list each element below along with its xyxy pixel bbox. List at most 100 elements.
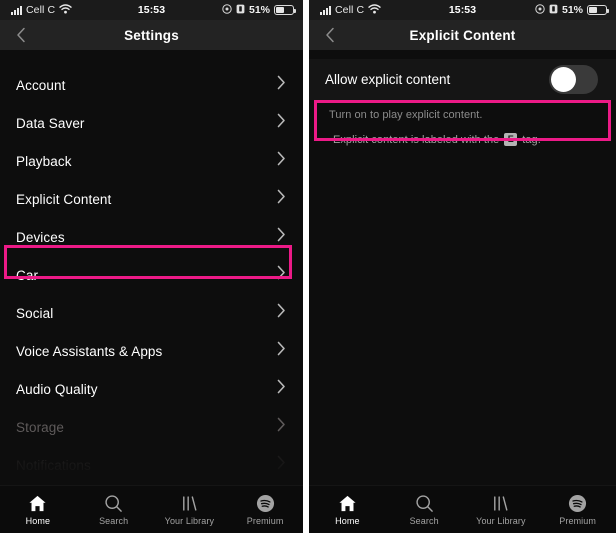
chevron-right-icon xyxy=(277,265,286,285)
back-button[interactable] xyxy=(321,26,339,44)
settings-row-label: Devices xyxy=(16,229,65,245)
home-icon xyxy=(28,494,47,513)
wifi-icon xyxy=(368,1,381,19)
signal-bars-icon xyxy=(11,5,22,15)
allow-explicit-content-row[interactable]: Allow explicit content xyxy=(309,59,616,100)
settings-row-label: Playback xyxy=(16,153,72,169)
tab-label: Premium xyxy=(559,515,596,526)
settings-row-notifications[interactable]: Notifications xyxy=(0,446,303,484)
carrier-label: Cell C xyxy=(335,4,365,16)
tab-premium[interactable]: Premium xyxy=(227,494,303,526)
help-text-secondary-before: Explicit content is labeled with the xyxy=(333,133,500,146)
tab-premium[interactable]: Premium xyxy=(539,494,616,526)
status-bar-left: Cell C xyxy=(11,1,72,19)
location-icon xyxy=(535,1,545,19)
settings-row-label: Storage xyxy=(16,419,64,435)
signal-bars-icon xyxy=(320,5,331,15)
chevron-right-icon xyxy=(277,113,286,133)
explicit-content-content: Allow explicit content Turn on to play e… xyxy=(309,50,616,485)
settings-content: Account Data Saver Playback Explicit Conten… xyxy=(0,50,303,485)
tab-search[interactable]: Search xyxy=(76,494,152,526)
tab-label: Your Library xyxy=(164,515,215,526)
settings-row-label: Account xyxy=(16,77,66,93)
status-bar-right: 51% xyxy=(535,1,609,19)
settings-row-storage[interactable]: Storage xyxy=(0,408,303,446)
settings-row-audio-quality[interactable]: Audio Quality xyxy=(0,370,303,408)
help-text-primary: Turn on to play explicit content. xyxy=(329,109,483,121)
page-title: Explicit Content xyxy=(409,27,516,43)
battery-icon xyxy=(274,5,296,15)
chevron-right-icon xyxy=(277,303,286,323)
tab-label: Search xyxy=(409,515,439,526)
tab-label: Home xyxy=(335,515,360,526)
chevron-right-icon xyxy=(277,417,286,437)
tab-bar-right: Home Search Your Library Premium xyxy=(309,485,616,533)
chevron-right-icon xyxy=(277,379,286,399)
tab-label: Search xyxy=(99,515,129,526)
home-icon xyxy=(338,494,357,513)
chevron-left-icon xyxy=(17,27,25,43)
wifi-icon xyxy=(59,1,72,19)
library-icon xyxy=(491,494,510,513)
left-phone-screen: Cell C 15:53 51% Settings Account Data S… xyxy=(0,0,303,533)
battery-percent-label: 51% xyxy=(248,4,270,16)
nav-bar: Settings xyxy=(0,20,303,50)
settings-row-explicit-content[interactable]: Explicit Content xyxy=(0,180,303,218)
settings-row-label: Social xyxy=(16,305,54,321)
carrier-label: Cell C xyxy=(26,4,56,16)
tab-label: Premium xyxy=(246,515,284,526)
tab-label: Your Library xyxy=(476,515,526,526)
status-bar: Cell C 15:53 51% xyxy=(0,0,303,20)
status-bar-right: 51% xyxy=(222,1,296,19)
search-icon xyxy=(415,494,434,513)
tab-your-library[interactable]: Your Library xyxy=(463,494,540,526)
settings-row-voice-assistants-apps[interactable]: Voice Assistants & Apps xyxy=(0,332,303,370)
alarm-icon xyxy=(549,1,558,19)
back-button[interactable] xyxy=(12,26,30,44)
location-icon xyxy=(222,1,232,19)
help-text-secondary: Explicit content is labeled with the E t… xyxy=(309,121,616,146)
battery-percent-label: 51% xyxy=(561,4,583,16)
allow-explicit-content-label: Allow explicit content xyxy=(325,72,451,87)
settings-row-label: Audio Quality xyxy=(16,381,98,397)
settings-row-label: Voice Assistants & Apps xyxy=(16,343,163,359)
page-title: Settings xyxy=(124,27,179,43)
chevron-right-icon xyxy=(277,189,286,209)
settings-row-data-saver[interactable]: Data Saver xyxy=(0,104,303,142)
search-icon xyxy=(104,494,123,513)
nav-bar: Explicit Content xyxy=(309,20,616,50)
tab-search[interactable]: Search xyxy=(386,494,463,526)
spotify-icon xyxy=(256,494,275,513)
library-icon xyxy=(180,494,199,513)
settings-row-account[interactable]: Account xyxy=(0,66,303,104)
screenshot-root: Cell C 15:53 51% Settings Account Data S… xyxy=(0,0,616,533)
chevron-right-icon xyxy=(277,341,286,361)
tab-home[interactable]: Home xyxy=(309,494,386,526)
status-bar: Cell C 15:53 51% xyxy=(309,0,616,20)
battery-icon xyxy=(587,5,609,15)
settings-row-label: Car xyxy=(16,267,39,283)
tab-label: Home xyxy=(25,515,51,526)
chevron-right-icon xyxy=(277,455,286,475)
right-phone-screen: Cell C 15:53 51% Explicit Content Allow … xyxy=(309,0,616,533)
help-text-secondary-after: tag. xyxy=(522,133,541,146)
settings-list: Account Data Saver Playback Explicit Conten… xyxy=(0,50,303,484)
tab-bar-left: Home Search Your Library Premium xyxy=(0,485,303,533)
settings-row-car[interactable]: Car xyxy=(0,256,303,294)
alarm-icon xyxy=(236,1,245,19)
explicit-tag-badge-icon: E xyxy=(504,133,518,146)
status-bar-left: Cell C xyxy=(320,1,381,19)
chevron-right-icon xyxy=(277,227,286,247)
settings-row-social[interactable]: Social xyxy=(0,294,303,332)
chevron-left-icon xyxy=(326,27,334,43)
tab-home[interactable]: Home xyxy=(0,494,76,526)
chevron-right-icon xyxy=(277,75,286,95)
settings-row-devices[interactable]: Devices xyxy=(0,218,303,256)
settings-row-label: Explicit Content xyxy=(16,191,112,207)
settings-row-label: Data Saver xyxy=(16,115,85,131)
settings-row-playback[interactable]: Playback xyxy=(0,142,303,180)
toggle-knob xyxy=(551,67,576,92)
allow-explicit-content-toggle[interactable] xyxy=(549,65,598,94)
tab-your-library[interactable]: Your Library xyxy=(152,494,228,526)
spotify-icon xyxy=(568,494,587,513)
